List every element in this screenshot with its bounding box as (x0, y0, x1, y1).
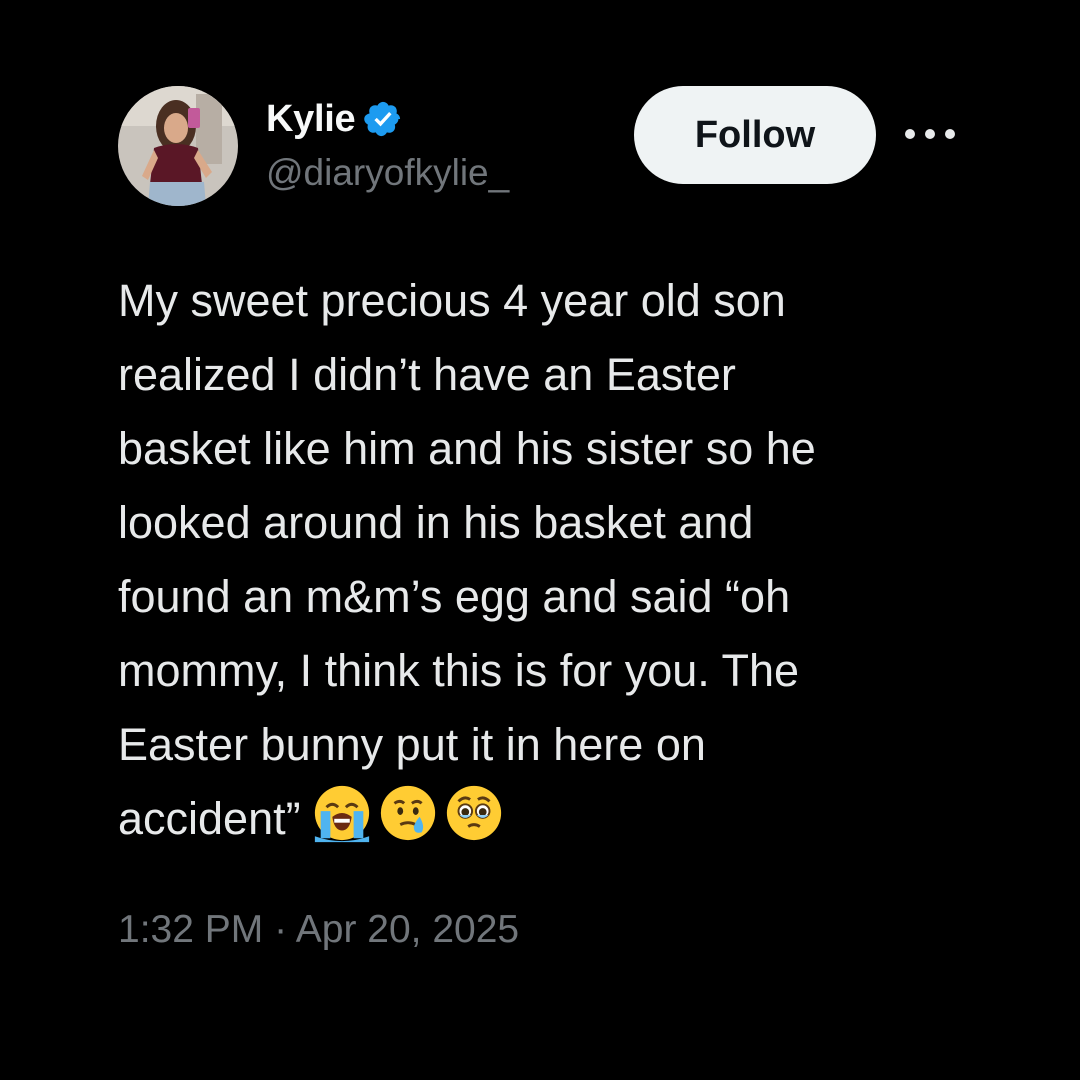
more-horizontal-icon[interactable] (900, 116, 960, 152)
tweet-emojis (311, 782, 505, 844)
tweet-timestamp[interactable]: 1:32 PM · Apr 20, 2025 (118, 908, 519, 952)
tweet-body: My sweet precious 4 year old son realize… (118, 264, 998, 856)
author-display-name[interactable]: Kylie (266, 98, 356, 141)
face-holding-back-tears-tear-icon (380, 785, 435, 841)
avatar[interactable] (118, 86, 238, 206)
author-handle[interactable]: @diaryofkylie_ (266, 152, 509, 194)
tweet-card: Kylie @diaryofkylie_ Follow My sweet pre… (0, 0, 1080, 1080)
author-name-row[interactable]: Kylie (266, 96, 403, 142)
verified-badge-icon[interactable] (363, 99, 403, 139)
face-holding-back-tears-icon (446, 785, 501, 841)
loudly-crying-face-icon (314, 785, 369, 843)
avatar-photo (118, 86, 238, 206)
tweet-text: My sweet precious 4 year old son realize… (118, 275, 816, 844)
follow-button[interactable]: Follow (634, 86, 876, 184)
